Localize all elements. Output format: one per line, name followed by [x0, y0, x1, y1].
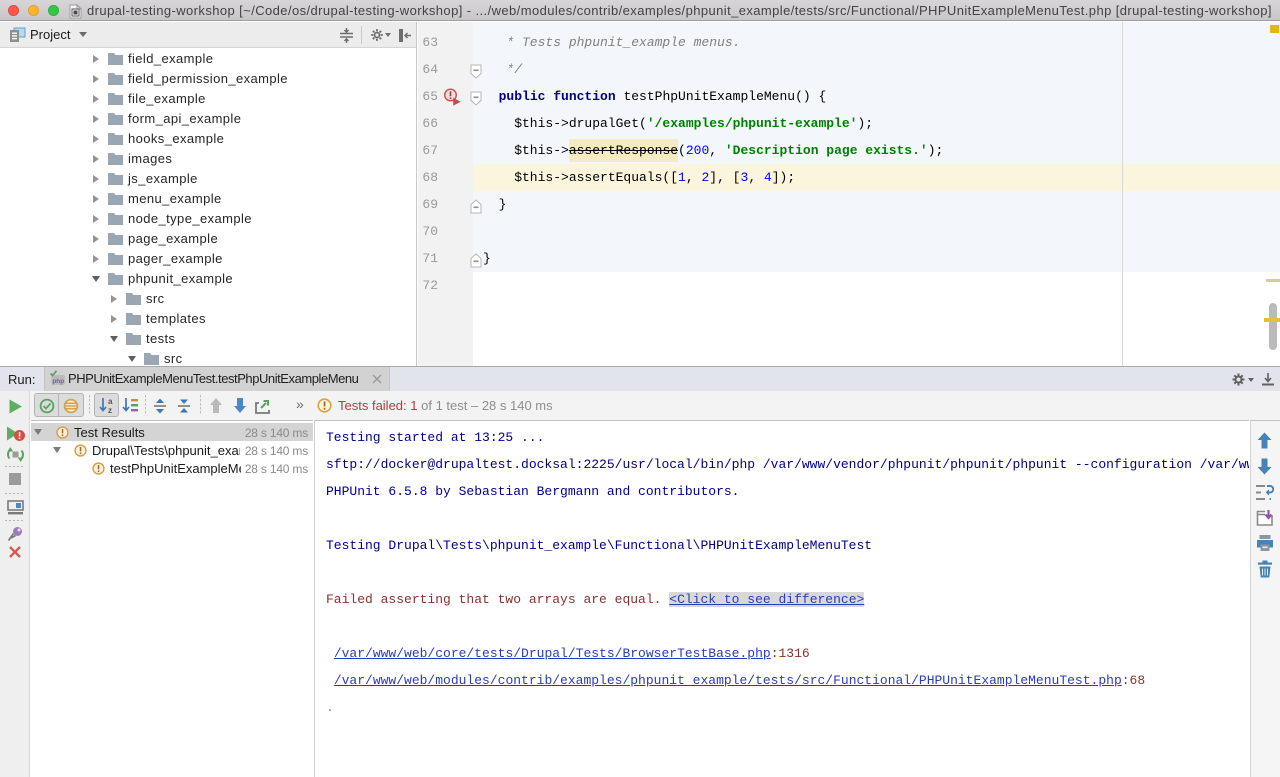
svg-text:php: php: [52, 378, 64, 385]
svg-text:a: a: [108, 397, 113, 406]
svg-text:z: z: [108, 406, 112, 414]
